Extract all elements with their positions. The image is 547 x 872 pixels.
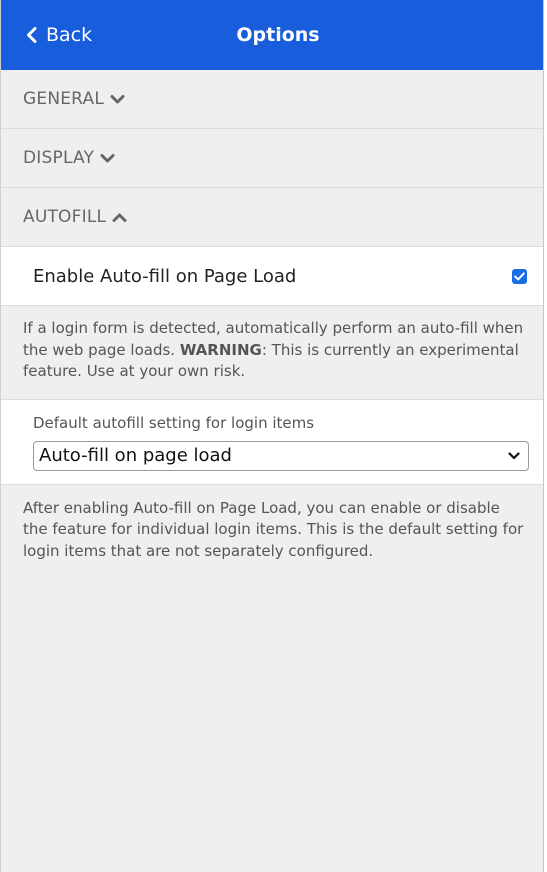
- warning-label: WARNING: [179, 340, 262, 359]
- default-autofill-setting: Default autofill setting for login items…: [1, 398, 543, 485]
- section-autofill-label: AUTOFILL: [23, 207, 107, 227]
- default-autofill-select[interactable]: Auto-fill on page load: [33, 440, 529, 471]
- default-autofill-label: Default autofill setting for login items: [33, 413, 315, 432]
- chevron-down-icon: [110, 94, 125, 103]
- checkmark-icon: [514, 271, 525, 280]
- chevron-up-icon: [112, 213, 127, 222]
- back-label: Back: [46, 24, 93, 46]
- enable-autofill-checkbox[interactable]: [512, 268, 527, 284]
- default-autofill-help: After enabling Auto-fill on Page Load, y…: [23, 498, 524, 560]
- enable-autofill-row[interactable]: Enable Auto-fill on Page Load: [1, 247, 543, 306]
- chevron-left-icon: [27, 27, 37, 43]
- section-autofill[interactable]: AUTOFILL: [1, 188, 543, 247]
- section-display-label: DISPLAY: [23, 148, 95, 168]
- header-bar: Back Options: [1, 0, 543, 70]
- section-general[interactable]: GENERAL: [1, 70, 543, 129]
- chevron-down-icon: [100, 153, 115, 162]
- default-autofill-value: Auto-fill on page load: [39, 445, 232, 466]
- enable-autofill-help: If a login form is detected, automatical…: [1, 306, 543, 399]
- section-general-label: GENERAL: [23, 89, 104, 109]
- enable-autofill-label: Enable Auto-fill on Page Load: [33, 265, 297, 287]
- section-display[interactable]: DISPLAY: [1, 129, 543, 188]
- chevron-down-icon: [508, 451, 520, 459]
- options-panel: Back Options GENERAL DISPLAY AUTOFILL En…: [0, 0, 544, 872]
- back-button[interactable]: Back: [25, 0, 92, 70]
